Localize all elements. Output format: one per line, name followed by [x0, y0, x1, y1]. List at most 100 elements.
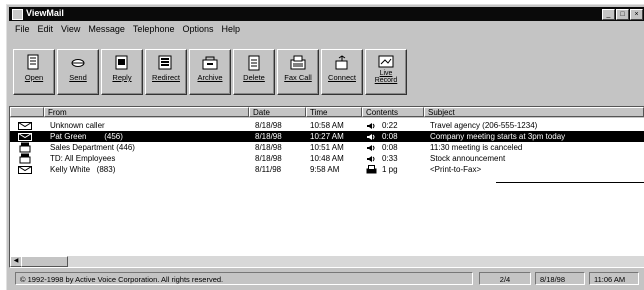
open-button[interactable]: Open: [13, 49, 55, 95]
menu-options[interactable]: Options: [182, 23, 213, 36]
delete-icon: [248, 55, 260, 71]
toolbar: Open Send Reply Redirect Archive Delete …: [9, 37, 644, 105]
message-date: 8/11/98: [255, 165, 282, 174]
message-date: 8/18/98: [255, 154, 282, 163]
archive-button[interactable]: Archive: [189, 49, 231, 95]
menu-edit[interactable]: Edit: [38, 23, 54, 36]
redirect-label: Redirect: [152, 73, 180, 82]
menu-bar: File Edit View Message Telephone Options…: [9, 23, 240, 36]
menu-help[interactable]: Help: [222, 23, 241, 36]
minimize-button[interactable]: _: [602, 9, 615, 20]
menu-telephone[interactable]: Telephone: [133, 23, 175, 36]
header-date[interactable]: Date: [249, 107, 306, 117]
message-time: 10:48 AM: [310, 154, 344, 163]
scroll-thumb[interactable]: [21, 256, 68, 267]
redirect-button[interactable]: Redirect: [145, 49, 187, 95]
message-contents: 0:08: [382, 143, 398, 152]
title-bar[interactable]: ViewMail _ □ ×: [9, 7, 644, 21]
message-subject: <Print-to-Fax>: [430, 165, 482, 174]
live-record-button[interactable]: Live Record: [365, 49, 407, 95]
message-contents: 0:08: [382, 132, 398, 141]
reply-label: Reply: [112, 73, 132, 82]
connect-icon: [335, 55, 348, 70]
header-from[interactable]: From: [44, 107, 249, 117]
envelope-icon: [18, 166, 32, 174]
message-contents: 1 pg: [382, 165, 398, 174]
voice-icon: [367, 156, 375, 162]
column-header: From Date Time Contents Subject: [10, 107, 644, 118]
envelope-icon: [18, 122, 32, 130]
delete-button[interactable]: Delete: [233, 49, 275, 95]
callout-line: [496, 182, 644, 183]
status-bar: © 1992-1998 by Active Voice Corporation.…: [9, 270, 644, 288]
live-record-icon: [378, 55, 394, 68]
status-date: 8/18/98: [535, 272, 585, 285]
menu-message[interactable]: Message: [88, 23, 125, 36]
archive-label: Archive: [197, 73, 223, 82]
open-icon: [27, 54, 39, 70]
message-from: Sales Department (446): [50, 143, 135, 152]
header-subject[interactable]: Subject: [424, 107, 644, 117]
message-list: From Date Time Contents Subject Unknown …: [9, 106, 644, 268]
message-time: 10:27 AM: [310, 132, 344, 141]
message-subject: Travel agency (206-555-1234): [430, 121, 538, 130]
voice-icon: [367, 134, 375, 140]
voice-icon: [367, 145, 375, 151]
message-date: 8/18/98: [255, 132, 282, 141]
message-contents: 0:22: [382, 121, 398, 130]
message-date: 8/18/98: [255, 143, 282, 152]
horizontal-scrollbar[interactable]: ◀: [10, 256, 644, 267]
connect-button[interactable]: Connect: [321, 49, 363, 95]
reply-button[interactable]: Reply: [101, 49, 143, 95]
live-label: Live: [379, 70, 393, 77]
message-subject: Company meeting starts at 3pm today: [430, 132, 566, 141]
open-label: Open: [24, 73, 44, 82]
status-copyright: © 1992-1998 by Active Voice Corporation.…: [15, 272, 473, 285]
message-time: 9:58 AM: [310, 165, 340, 174]
record-label: Record: [374, 77, 398, 84]
message-from: Pat Green (456): [50, 132, 123, 141]
menu-file[interactable]: File: [15, 23, 30, 36]
message-row[interactable]: Kelly White (883) 8/11/98 9:58 AM 1 pg <…: [10, 164, 644, 175]
status-count: 2/4: [479, 272, 531, 285]
fax-call-icon: [290, 55, 306, 70]
fax-call-button[interactable]: Fax Call: [277, 49, 319, 95]
message-subject: 11:30 meeting is canceled: [430, 143, 523, 152]
window-title: ViewMail: [26, 8, 64, 18]
app-window: ViewMail _ □ × File Edit View Message Te…: [6, 4, 644, 290]
message-from: TD: All Employees: [50, 154, 116, 163]
message-from: Unknown caller: [50, 121, 105, 130]
app-icon[interactable]: [12, 9, 23, 20]
fax-call-label: Fax Call: [284, 73, 312, 82]
voice-icon: [367, 123, 375, 129]
header-contents[interactable]: Contents: [362, 107, 424, 117]
header-time[interactable]: Time: [306, 107, 362, 117]
message-row[interactable]: Unknown caller 8/18/98 10:58 AM 0:22 Tra…: [10, 120, 644, 131]
message-row[interactable]: Sales Department (446) 8/18/98 10:51 AM …: [10, 142, 644, 153]
send-icon: [71, 59, 85, 67]
maximize-button[interactable]: □: [616, 9, 629, 20]
close-button[interactable]: ×: [630, 9, 643, 20]
message-date: 8/18/98: [255, 121, 282, 130]
connect-label: Connect: [328, 73, 356, 82]
reply-icon: [115, 55, 128, 70]
message-contents: 0:33: [382, 154, 398, 163]
message-subject: Stock announcement: [430, 154, 506, 163]
fax-icon: [366, 165, 377, 174]
message-row[interactable]: TD: All Employees 8/18/98 10:48 AM 0:33 …: [10, 153, 644, 164]
send-label: Send: [69, 73, 87, 82]
archive-icon: [202, 56, 218, 70]
redirect-icon: [158, 55, 172, 70]
message-row-selected[interactable]: Pat Green (456) 8/18/98 10:27 AM 0:08 Co…: [10, 131, 644, 142]
message-time: 10:51 AM: [310, 143, 344, 152]
phone-icon: [19, 142, 31, 153]
message-from: Kelly White (883): [50, 165, 116, 174]
envelope-open-icon: [18, 133, 32, 141]
phone-icon: [19, 153, 31, 164]
delete-label: Delete: [243, 73, 265, 82]
send-button[interactable]: Send: [57, 49, 99, 95]
header-type[interactable]: [10, 107, 44, 117]
menu-view[interactable]: View: [61, 23, 80, 36]
status-time: 11:06 AM: [589, 272, 639, 285]
message-time: 10:58 AM: [310, 121, 344, 130]
